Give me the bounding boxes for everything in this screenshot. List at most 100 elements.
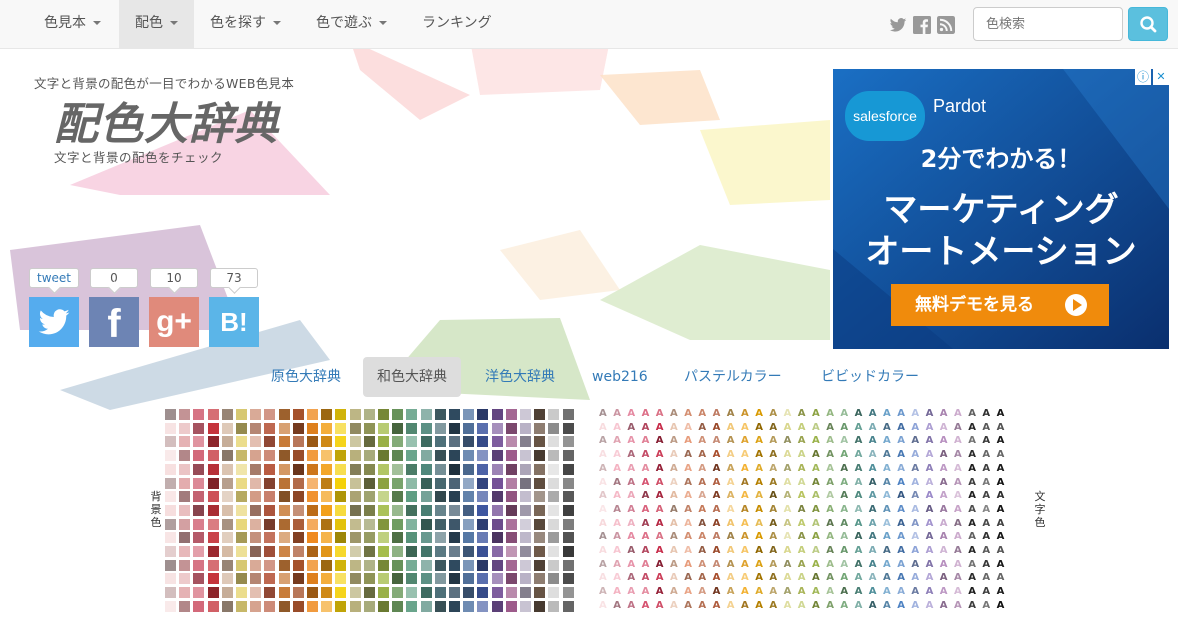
text-color-swatch[interactable]: A [798, 422, 806, 433]
text-color-swatch[interactable]: A [741, 422, 749, 433]
background-swatch[interactable] [449, 477, 460, 489]
text-color-swatch[interactable]: A [911, 572, 919, 583]
background-swatch[interactable] [307, 559, 318, 571]
background-swatch[interactable] [221, 532, 233, 544]
background-swatch[interactable] [264, 436, 276, 448]
text-color-swatch[interactable]: A [670, 518, 678, 529]
text-color-swatch[interactable]: A [869, 449, 877, 460]
background-swatch[interactable] [406, 422, 418, 434]
background-swatch[interactable] [434, 422, 446, 434]
background-swatch[interactable] [321, 518, 333, 530]
google-plus-share-button[interactable]: g+ [149, 297, 199, 347]
background-swatch[interactable] [335, 600, 347, 612]
background-swatch[interactable] [449, 463, 460, 475]
nav-item-play-with-color[interactable]: 色で遊ぶ [300, 0, 403, 49]
text-color-swatch[interactable]: A [812, 408, 820, 419]
background-swatch[interactable] [250, 546, 262, 557]
background-swatch[interactable] [264, 518, 276, 530]
background-swatch[interactable] [491, 532, 503, 544]
background-swatch[interactable] [463, 504, 475, 516]
text-color-swatch[interactable]: A [599, 422, 607, 433]
text-color-swatch[interactable]: A [769, 559, 777, 570]
text-color-swatch[interactable]: A [713, 449, 721, 460]
background-swatch[interactable] [307, 477, 318, 489]
background-swatch[interactable] [434, 477, 446, 489]
text-color-swatch[interactable]: A [755, 518, 763, 529]
background-swatch[interactable] [520, 532, 531, 544]
background-swatch[interactable] [505, 587, 517, 599]
text-color-swatch[interactable]: A [755, 504, 763, 515]
background-swatch[interactable] [207, 450, 219, 462]
text-color-swatch[interactable]: A [698, 449, 706, 460]
background-swatch[interactable] [406, 546, 418, 557]
text-color-swatch[interactable]: A [997, 408, 1005, 419]
background-swatch[interactable] [505, 422, 517, 434]
background-swatch[interactable] [562, 504, 574, 516]
text-color-swatch[interactable]: A [997, 600, 1005, 611]
text-color-swatch[interactable]: A [855, 463, 863, 474]
text-color-swatch[interactable]: A [769, 449, 777, 460]
text-color-swatch[interactable]: A [698, 477, 706, 488]
text-color-swatch[interactable]: A [741, 504, 749, 515]
text-color-swatch[interactable]: A [670, 490, 678, 501]
text-color-swatch[interactable]: A [784, 572, 792, 583]
text-color-swatch[interactable]: A [911, 504, 919, 515]
background-swatch[interactable] [463, 409, 475, 420]
background-swatch[interactable] [250, 504, 262, 516]
text-color-swatch[interactable]: A [627, 490, 635, 501]
background-swatch[interactable] [349, 463, 361, 475]
background-swatch[interactable] [520, 518, 531, 530]
background-swatch[interactable] [406, 559, 418, 571]
background-swatch[interactable] [562, 559, 574, 571]
background-swatch[interactable] [420, 409, 432, 420]
text-color-swatch[interactable]: A [769, 518, 777, 529]
text-color-swatch[interactable]: A [627, 518, 635, 529]
background-swatch[interactable] [562, 463, 574, 475]
text-color-swatch[interactable]: A [840, 559, 848, 570]
text-color-swatch[interactable]: A [826, 490, 834, 501]
background-swatch[interactable] [278, 559, 290, 571]
background-swatch[interactable] [562, 491, 574, 503]
background-swatch[interactable] [491, 559, 503, 571]
background-swatch[interactable] [236, 600, 247, 612]
text-color-swatch[interactable]: A [684, 572, 692, 583]
background-swatch[interactable] [165, 532, 176, 544]
text-color-swatch[interactable]: A [940, 449, 948, 460]
background-swatch[interactable] [349, 409, 361, 420]
text-color-swatch[interactable]: A [869, 559, 877, 570]
background-swatch[interactable] [534, 532, 546, 544]
background-swatch[interactable] [165, 422, 176, 434]
text-color-swatch[interactable]: A [997, 449, 1005, 460]
background-swatch[interactable] [221, 559, 233, 571]
background-swatch[interactable] [193, 573, 205, 585]
background-swatch[interactable] [505, 477, 517, 489]
text-color-swatch[interactable]: A [911, 559, 919, 570]
background-swatch[interactable] [179, 450, 191, 462]
text-color-swatch[interactable]: A [642, 518, 650, 529]
text-color-swatch[interactable]: A [599, 600, 607, 611]
background-swatch[interactable] [307, 518, 318, 530]
background-swatch[interactable] [491, 587, 503, 599]
text-color-swatch[interactable]: A [954, 559, 962, 570]
background-swatch[interactable] [165, 450, 176, 462]
text-color-swatch[interactable]: A [670, 559, 678, 570]
text-color-swatch[interactable]: A [911, 463, 919, 474]
text-color-swatch[interactable]: A [812, 600, 820, 611]
text-color-swatch[interactable]: A [755, 463, 763, 474]
background-swatch[interactable] [406, 436, 418, 448]
text-color-swatch[interactable]: A [968, 435, 976, 446]
text-color-swatch[interactable]: A [911, 518, 919, 529]
text-color-swatch[interactable]: A [968, 477, 976, 488]
text-color-swatch[interactable]: A [855, 559, 863, 570]
background-swatch[interactable] [335, 532, 347, 544]
background-swatch[interactable] [221, 600, 233, 612]
background-swatch[interactable] [534, 436, 546, 448]
background-swatch[interactable] [363, 463, 375, 475]
text-color-swatch[interactable]: A [855, 600, 863, 611]
background-swatch[interactable] [335, 436, 347, 448]
background-swatch[interactable] [491, 477, 503, 489]
background-swatch[interactable] [420, 600, 432, 612]
background-swatch[interactable] [321, 477, 333, 489]
text-color-swatch[interactable]: A [698, 408, 706, 419]
text-color-swatch[interactable]: A [627, 600, 635, 611]
